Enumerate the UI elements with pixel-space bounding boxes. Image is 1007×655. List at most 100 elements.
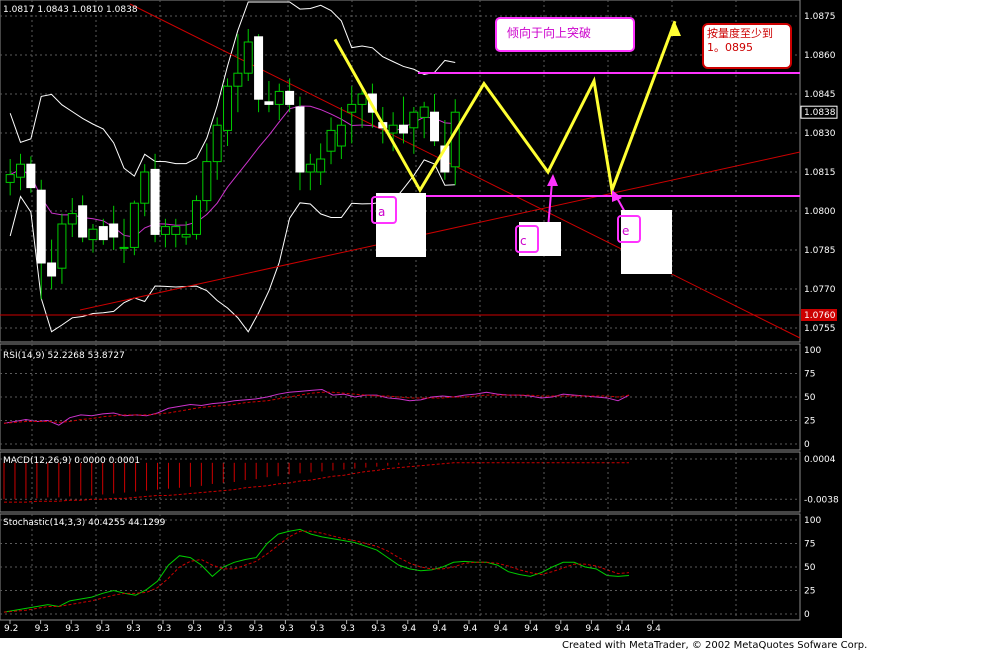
time-tick-label: 9.4 [585,624,600,634]
panel-tick-label: 0 [804,610,810,620]
point-e-label: e [622,224,629,238]
candle-body [336,124,346,147]
macd-header: MACD(12,26,9) 0.0000 0.0001 [3,456,140,466]
time-tick-label: 9.3 [35,624,49,634]
time-tick-label: 9.3 [341,624,355,634]
candle-body [150,168,160,235]
candle-body [357,93,367,105]
candle-body [140,171,150,204]
price-tick-label: 1.0815 [804,168,836,178]
support-price-label: 1.0760 [804,311,836,321]
candle-body [26,163,36,189]
price-tick-label: 1.0875 [804,12,836,22]
price-header: 1.0817 1.0843 1.0810 1.0838 [3,5,138,15]
candle-body [254,36,264,100]
time-tick-label: 9.3 [126,624,140,634]
metatrader-chart: 1.0875 1.0860 1.0845 1.0830 1.0815 1.0800 1.07… [0,0,842,638]
candle-body [243,41,253,74]
candle-body [88,228,98,241]
last-price-label: 1.0838 [804,108,836,118]
time-tick-label: 9.3 [188,624,202,634]
candle-body [450,111,460,168]
candle-body [285,90,295,105]
candle-body [119,246,129,249]
panel-tick-label: 0 [804,440,810,450]
callout-target-text: 按量度至少到 1。0895 [707,27,773,54]
candle-body [326,129,336,152]
label-box-a [376,193,426,257]
candle-body [160,226,170,235]
panel-tick-label: 100 [804,516,821,526]
candle-body [316,158,326,173]
panel-tick-label: 100 [804,346,821,356]
candle-body [109,223,119,238]
candle-body [233,72,243,87]
time-tick-label: 9.4 [463,624,478,634]
time-tick-label: 9.3 [218,624,232,634]
time-tick-label: 9.3 [96,624,110,634]
panel-tick-label: 25 [804,587,815,597]
price-tick-label: 1.0800 [804,207,836,217]
time-tick-label: 9.2 [4,624,18,634]
time-tick-label: 9.4 [555,624,570,634]
candle-body [347,103,357,113]
credit-text: Created with MetaTrader, © 2002 MetaQuot… [562,640,868,651]
price-tick-label: 1.0845 [804,90,836,100]
candle-body [47,262,57,277]
candle-body [202,161,212,202]
candle-body [98,226,108,241]
price-tick-label: 1.0830 [804,129,836,139]
time-tick-label: 9.3 [310,624,324,634]
panel-tick-label: 75 [804,370,815,380]
candle-body [5,174,15,183]
price-tick-label: 1.0860 [804,51,836,61]
time-tick-label: 9.3 [279,624,293,634]
candle-body [36,189,46,264]
point-a-label: a [378,205,385,219]
panel-tick-label: 50 [804,563,816,573]
candle-body [191,200,201,235]
candle-body [67,213,77,225]
candle-body [388,124,398,134]
candle-body [223,85,233,131]
point-c-label: c [520,234,527,248]
candle-body [274,90,284,105]
panel-tick-label: 50 [804,393,816,403]
price-tick-label: 1.0785 [804,246,836,256]
time-tick-label: 9.4 [616,624,631,634]
candle-body [398,124,408,134]
time-tick-label: 9.3 [249,624,263,634]
candle-body [181,233,191,238]
candle-body [295,106,305,173]
callout-breakout-text: 倾向于向上突破 [507,25,591,40]
chart-background [0,0,842,638]
time-tick-label: 9.4 [647,624,662,634]
candle-body [16,163,26,178]
panel-tick-label: -0.0038 [804,495,839,505]
candle-body [430,111,440,142]
candle-body [419,106,429,118]
candle-body [129,202,139,248]
stochastic-header: Stochastic(14,3,3) 40.4255 44.1299 [3,518,166,528]
candle-body [57,223,67,269]
candle-body [264,101,274,105]
time-tick-label: 9.3 [65,624,79,634]
candle-body [305,163,315,173]
time-tick-label: 9.4 [402,624,417,634]
candle-body [212,124,222,163]
time-tick-label: 9.4 [432,624,447,634]
time-tick-label: 9.3 [371,624,385,634]
panel-tick-label: 75 [804,540,815,550]
candle-body [409,111,419,129]
panel-tick-label: 0.0004 [804,455,836,465]
callout-target-wrap: 按量度至少到 1。0895 [707,27,773,54]
price-tick-label: 1.0770 [804,285,836,295]
price-axis: 1.0875 1.0860 1.0845 1.0830 1.0815 1.0800 1.07… [800,12,838,334]
candle-body [78,205,88,238]
time-tick-label: 9.4 [524,624,539,634]
time-tick-label: 9.3 [157,624,171,634]
time-tick-label: 9.4 [494,624,509,634]
rsi-header: RSI(14,9) 52.2268 53.8727 [3,351,125,361]
panel-tick-label: 25 [804,417,815,427]
price-tick-label: 1.0755 [804,324,836,334]
